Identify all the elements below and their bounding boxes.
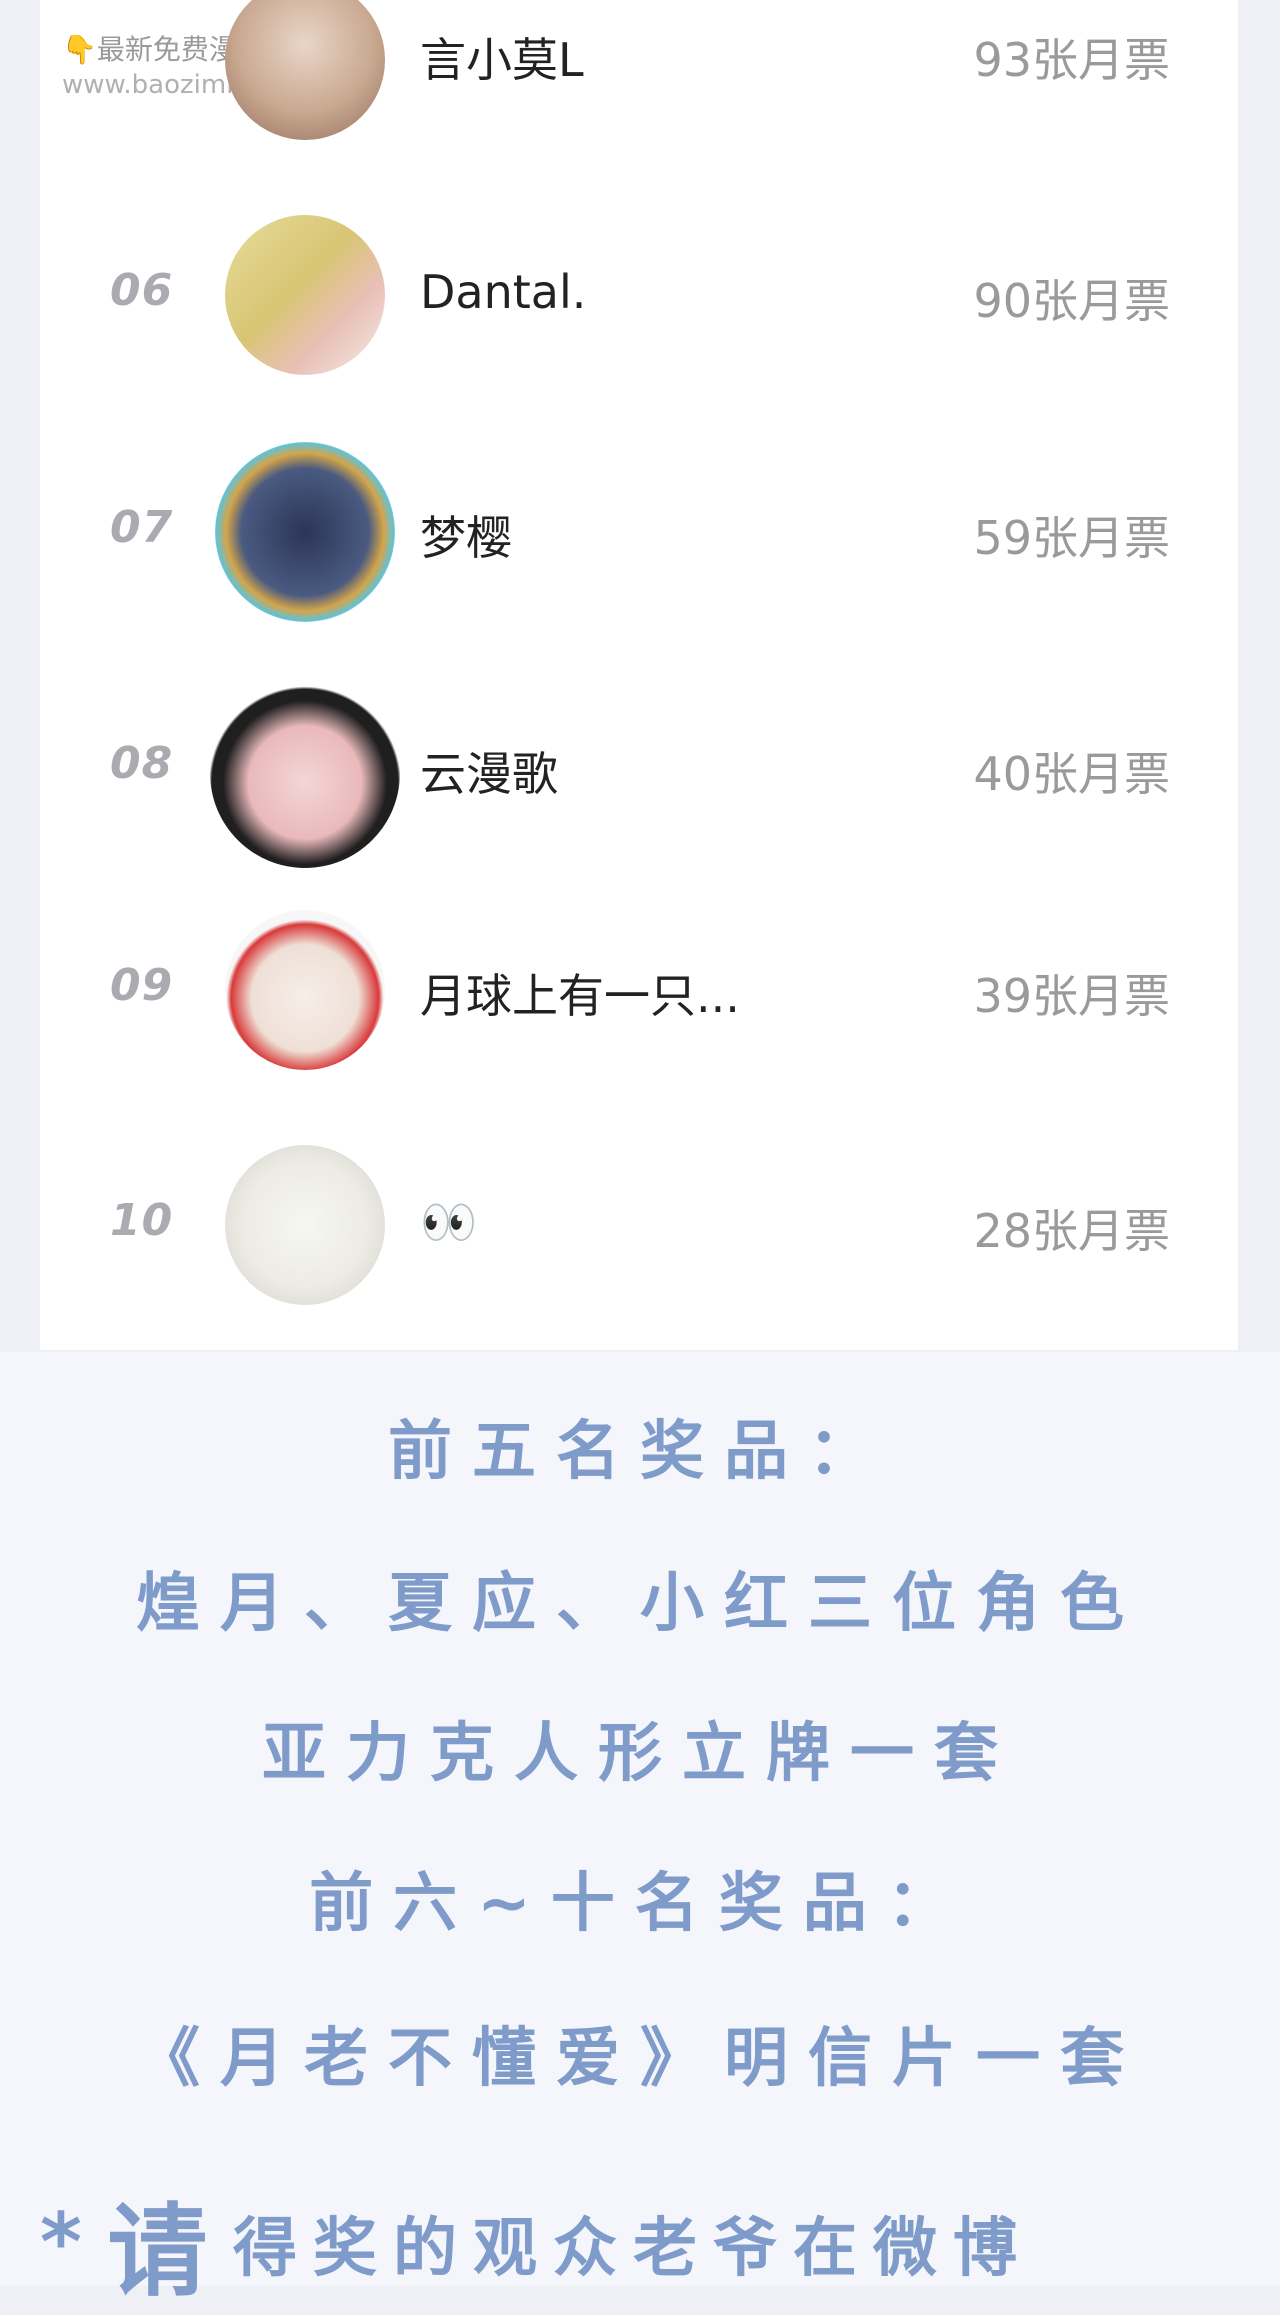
prize-heading-6-10: 前六~十名奖品： — [309, 1867, 971, 1941]
user-name: 月球上有一只... — [420, 969, 740, 1023]
prize-heading-top5: 前五名奖品： — [388, 1415, 892, 1489]
rank-number: 07 — [110, 502, 174, 553]
user-name: 梦樱 — [420, 511, 512, 565]
leaderboard-row[interactable]: 08 云漫歌 40张月票 — [40, 668, 1238, 868]
user-name: Dantal. — [420, 265, 587, 319]
user-avatar-framed — [215, 442, 395, 622]
user-avatar — [225, 0, 385, 140]
vote-count: 39张月票 — [973, 969, 1170, 1023]
rank-number: 08 — [110, 738, 174, 789]
user-avatar — [225, 1145, 385, 1305]
user-name: 言小莫L — [420, 33, 584, 87]
leaderboard-row[interactable]: 09 月球上有一只... 39张月票 — [40, 890, 1238, 1090]
user-avatar — [225, 215, 385, 375]
leaderboard-row[interactable]: 06 Dantal. 90张月票 — [40, 195, 1238, 395]
asterisk: * — [40, 2196, 82, 2289]
prize-6-10-item: 《月老不懂爱》明信片一套 — [136, 2022, 1144, 2096]
user-avatar-framed — [210, 678, 400, 868]
instruction-text: 得奖的观众老爷在微博 — [233, 2211, 1033, 2286]
instruction-lead: 请 — [107, 2193, 208, 2310]
leaderboard-row[interactable]: 10 👀 28张月票 — [40, 1125, 1238, 1325]
vote-count: 90张月票 — [973, 274, 1170, 328]
prize-announcement: 前五名奖品： 煌月、夏应、小红三位角色 亚力克人形立牌一套 前六~十名奖品： 《… — [0, 1352, 1280, 2286]
leaderboard-row[interactable]: 言小莫L 93张月票 — [40, 0, 1238, 160]
vote-count: 40张月票 — [973, 747, 1170, 801]
winner-instruction: * 请 得奖的观众老爷在微博 — [40, 2170, 1033, 2315]
vote-count: 59张月票 — [973, 511, 1170, 565]
vote-count: 28张月票 — [973, 1204, 1170, 1258]
prize-top5-item: 亚力克人形立牌一套 — [262, 1717, 1018, 1791]
rank-number: 09 — [110, 960, 174, 1011]
leaderboard-card: 👇最新免费漫画👇 www.baozimh.com 言小莫L 93张月票 06 D… — [40, 0, 1238, 1350]
vote-count: 93张月票 — [973, 33, 1170, 87]
user-avatar — [225, 910, 385, 1070]
leaderboard-row[interactable]: 07 梦樱 59张月票 — [40, 432, 1238, 632]
rank-number: 06 — [110, 265, 174, 316]
rank-number: 10 — [110, 1195, 174, 1246]
user-name: 👀 — [420, 1195, 478, 1249]
user-name: 云漫歌 — [420, 747, 558, 801]
prize-top5-characters: 煌月、夏应、小红三位角色 — [136, 1567, 1144, 1641]
